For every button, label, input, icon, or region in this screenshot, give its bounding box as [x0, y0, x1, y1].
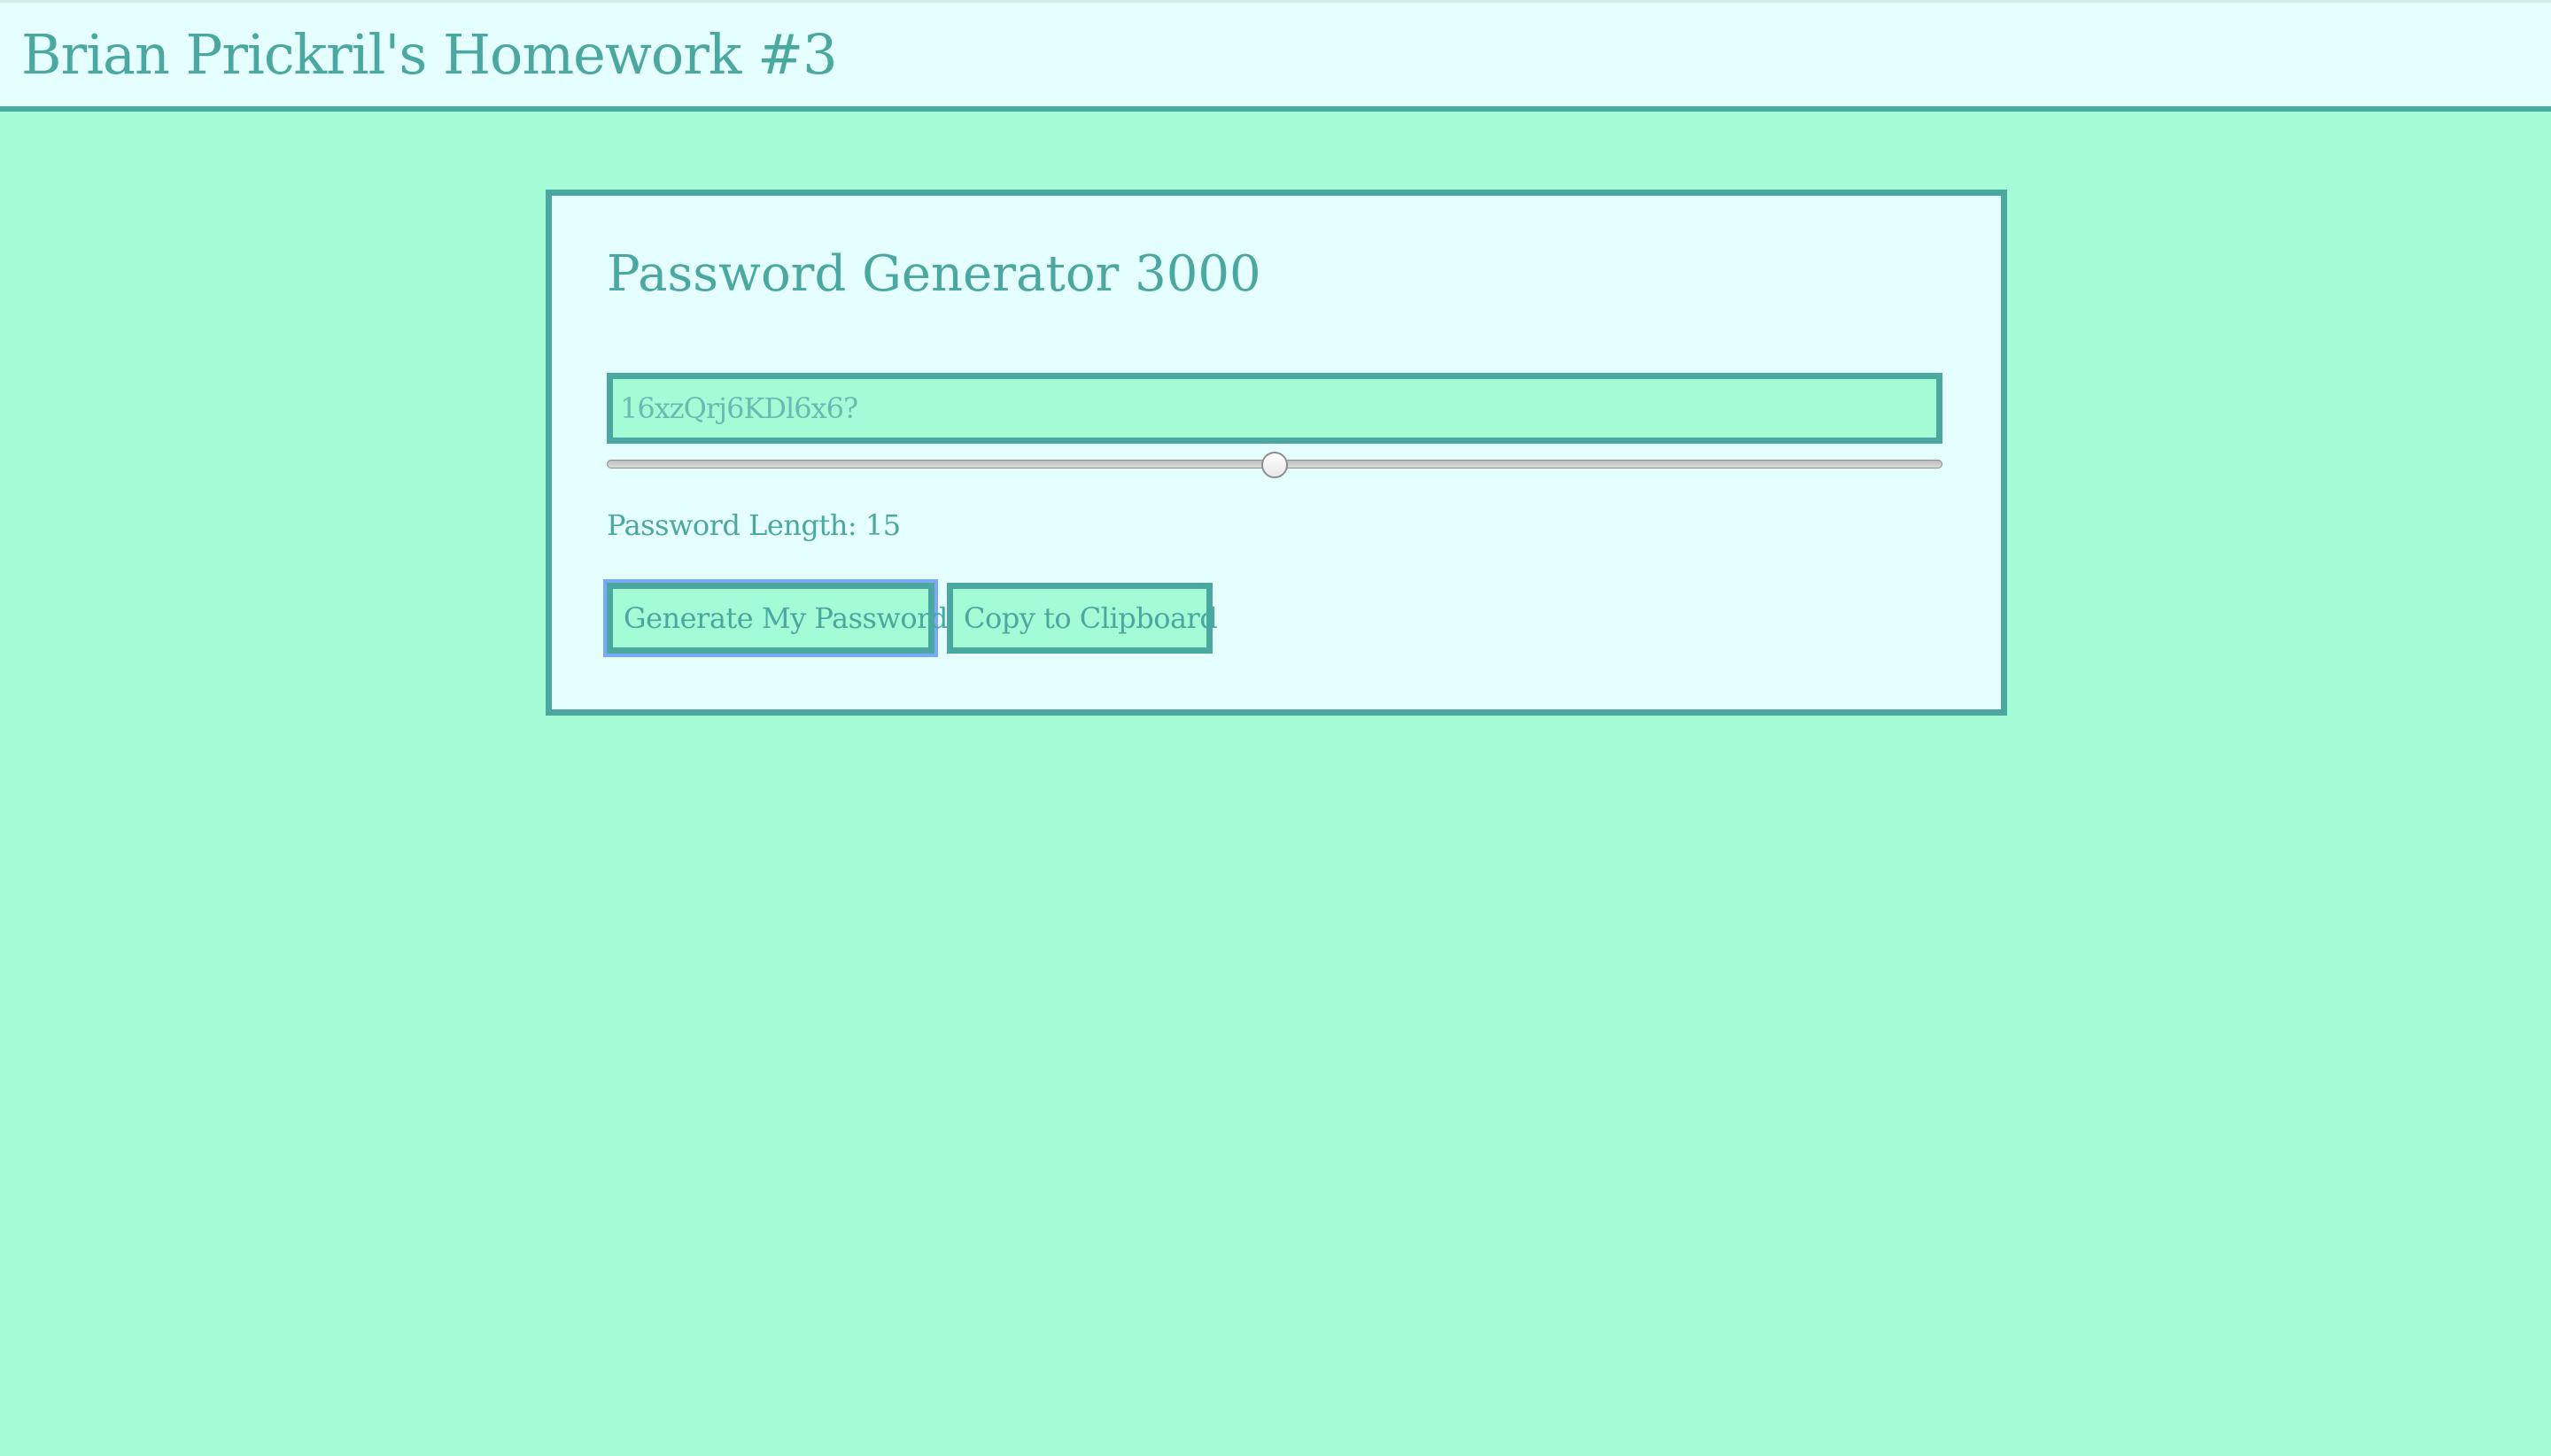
password-length-value: 15 [865, 508, 901, 542]
password-length-label-text: Password Length: [607, 508, 865, 542]
password-length-label: Password Length: 15 [607, 508, 901, 542]
page-title: Brian Prickril's Homework #3 [21, 22, 838, 87]
password-output-field[interactable] [607, 373, 1942, 444]
generate-password-button[interactable]: Generate My Password! [607, 583, 959, 654]
password-length-slider-thumb[interactable] [1261, 452, 1288, 478]
generator-title: Password Generator 3000 [607, 245, 1261, 303]
copy-to-clipboard-button[interactable]: Copy to Clipboard [947, 583, 1218, 654]
page-header: Brian Prickril's Homework #3 [0, 0, 2551, 112]
